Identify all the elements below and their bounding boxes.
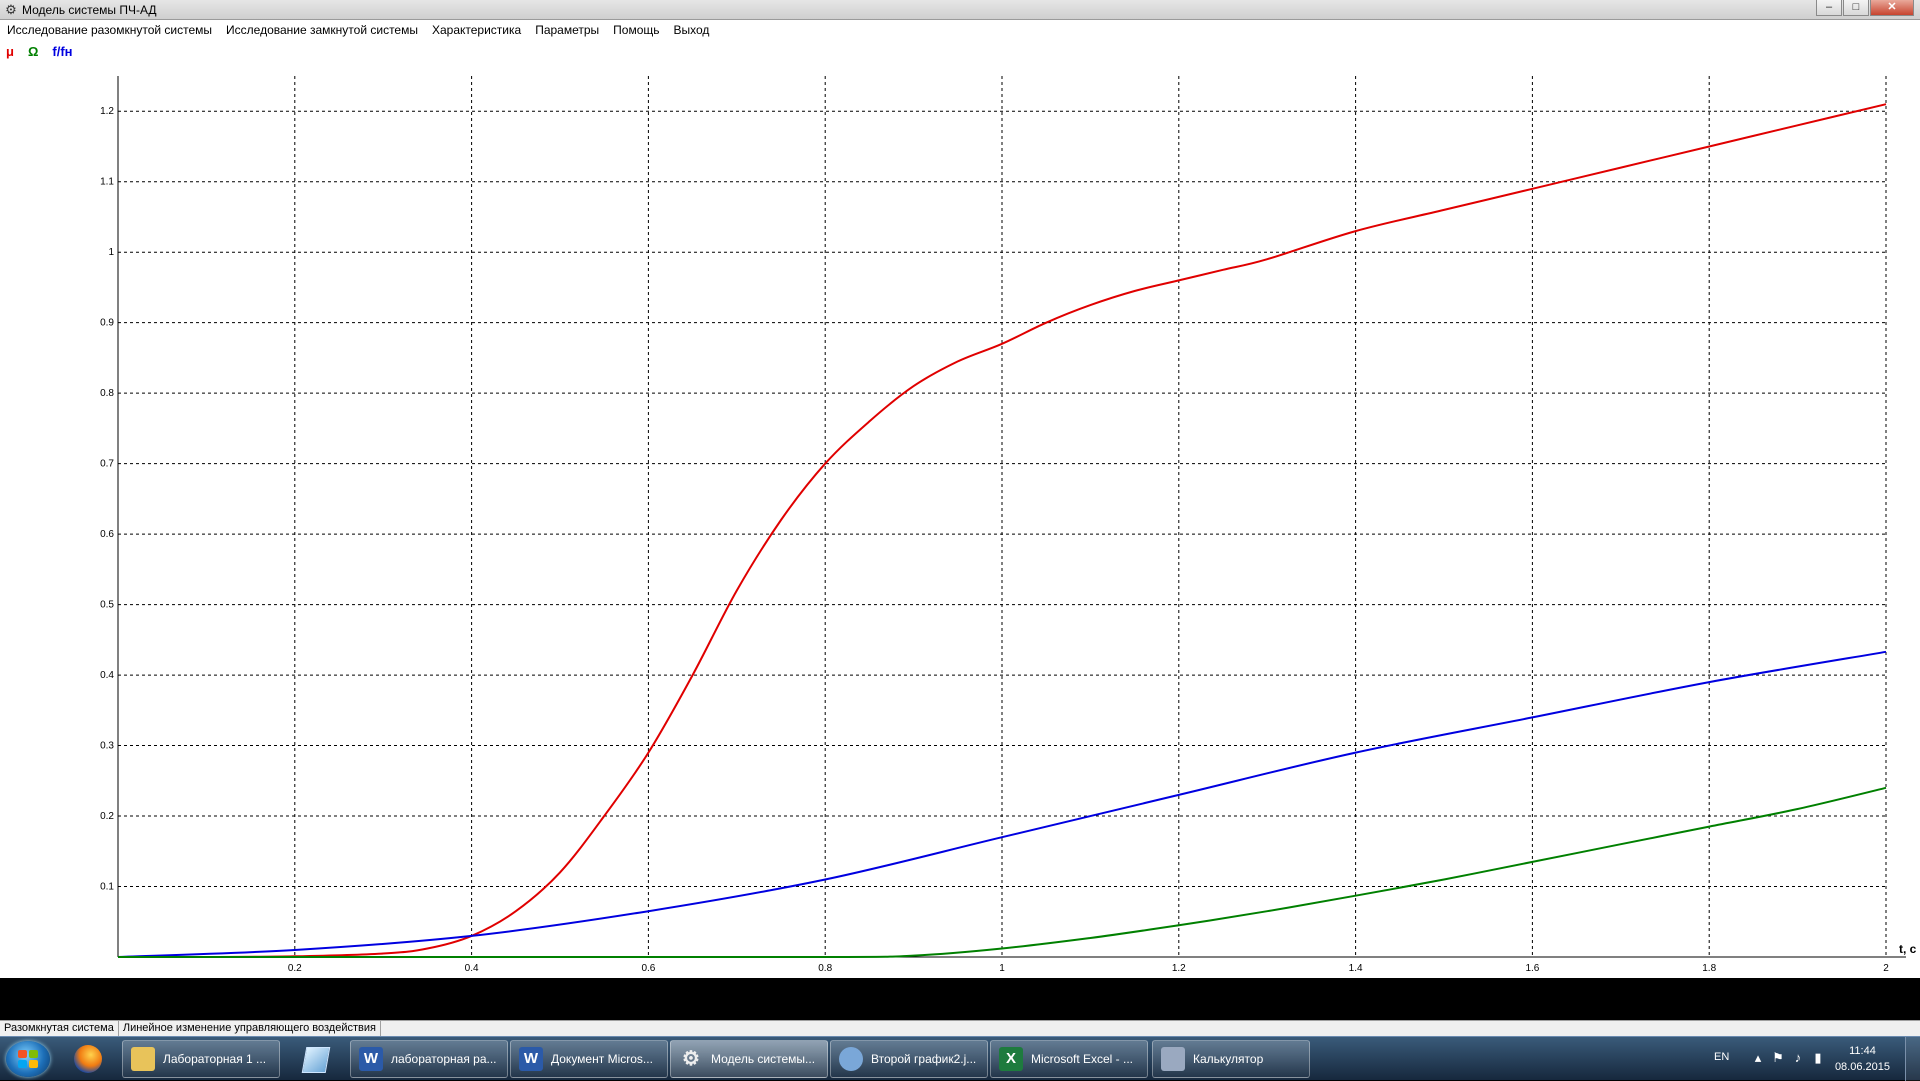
x-axis-label: t, c [1899, 942, 1917, 956]
y-tick-label: 0.6 [100, 529, 114, 540]
task-model[interactable]: ⚙ Модель системы... [670, 1040, 828, 1078]
x-tick-label: 1.6 [1525, 963, 1539, 974]
legend-omega: Ω [27, 44, 39, 59]
maximize-button[interactable]: □ [1843, 0, 1869, 16]
window-title: Модель системы ПЧ-АД [22, 3, 157, 17]
y-tick-label: 1 [108, 247, 114, 258]
network-icon[interactable]: ▮ [1810, 1050, 1826, 1066]
app-window: ⚙ Модель системы ПЧ-АД – □ ✕ Исследовани… [0, 0, 1920, 1034]
task-label: Лабораторная 1 ... [163, 1052, 267, 1066]
word-icon: W [519, 1047, 543, 1071]
y-tick-label: 0.7 [100, 459, 114, 470]
task-label: Модель системы... [711, 1052, 816, 1066]
volume-icon[interactable]: ♪ [1790, 1050, 1806, 1066]
menu-characteristic[interactable]: Характеристика [425, 20, 528, 40]
minimize-button[interactable]: – [1816, 0, 1842, 16]
x-tick-label: 1 [999, 963, 1005, 974]
y-tick-label: 0.8 [100, 388, 114, 399]
x-tick-label: 1.8 [1702, 963, 1716, 974]
y-tick-label: 0.1 [100, 882, 114, 893]
task-word-lab[interactable]: W лабораторная ра... [350, 1040, 508, 1078]
windows-logo-icon [18, 1050, 38, 1068]
gear-icon: ⚙ [5, 2, 17, 17]
menu-closed-loop[interactable]: Исследование замкнутой системы [219, 20, 425, 40]
y-tick-label: 0.4 [100, 670, 114, 681]
x-tick-label: 0.6 [641, 963, 655, 974]
task-excel[interactable]: X Microsoft Excel - ... [990, 1040, 1148, 1078]
task-label: Калькулятор [1193, 1052, 1264, 1066]
y-tick-label: 1.1 [100, 177, 114, 188]
x-tick-label: 1.4 [1349, 963, 1363, 974]
status-bar: Разомкнутая система Линейное изменение у… [0, 1020, 1920, 1036]
x-tick-label: 2 [1883, 963, 1889, 974]
task-lab1[interactable]: Лабораторная 1 ... [122, 1040, 280, 1078]
calculator-icon [1161, 1047, 1185, 1071]
folder-icon [131, 1047, 155, 1071]
clock[interactable]: 11:44 08.06.2015 [1835, 1043, 1890, 1075]
language-indicator[interactable]: EN [1714, 1051, 1729, 1063]
task-paint[interactable]: Второй график2.j... [830, 1040, 988, 1078]
y-tick-label: 1.2 [100, 106, 114, 117]
chart-legend: μ Ω f/fн [6, 44, 73, 60]
y-tick-label: 0.9 [100, 318, 114, 329]
y-tick-label: 0.3 [100, 741, 114, 752]
task-word-doc[interactable]: W Документ Micros... [510, 1040, 668, 1078]
excel-icon: X [999, 1047, 1023, 1071]
menu-bar: Исследование разомкнутой системы Исследо… [0, 20, 1920, 40]
legend-f-fn: f/fн [52, 44, 73, 59]
task-label: Второй график2.j... [871, 1052, 977, 1066]
empty-panel [0, 978, 1920, 1020]
series-line-Ω [118, 786, 1887, 959]
x-tick-label: 0.2 [288, 963, 302, 974]
menu-parameters[interactable]: Параметры [528, 20, 606, 40]
explorer-icon [301, 1047, 331, 1073]
start-button[interactable] [6, 1041, 50, 1077]
transient-chart: 0.2 0.4 0.6 0.8 1 1.2 1.4 1.6 1.8 2 0.1 0.2 0.3 0.4 0.… [100, 76, 1917, 974]
task-label: лабораторная ра... [391, 1052, 497, 1066]
word-icon: W [359, 1047, 383, 1071]
y-tick-label: 0.5 [100, 600, 114, 611]
firefox-pinned-button[interactable] [62, 1041, 114, 1077]
legend-mu: μ [6, 44, 14, 59]
clock-time: 11:44 [1849, 1045, 1876, 1057]
x-tick-label: 0.4 [465, 963, 479, 974]
close-button[interactable]: ✕ [1870, 0, 1914, 16]
menu-open-loop[interactable]: Исследование разомкнутой системы [0, 20, 219, 40]
menu-exit[interactable]: Выход [667, 20, 717, 40]
task-label: Документ Micros... [551, 1052, 653, 1066]
paint-icon [839, 1047, 863, 1071]
system-tray: EN ▴ ⚑ ♪ ▮ 11:44 08.06.2015 [1690, 1037, 1920, 1081]
x-tick-label: 1.2 [1172, 963, 1186, 974]
flag-icon[interactable]: ⚑ [1770, 1050, 1786, 1066]
x-tick-label: 0.8 [818, 963, 832, 974]
task-label: Microsoft Excel - ... [1031, 1052, 1134, 1066]
show-desktop-button[interactable] [1905, 1037, 1920, 1081]
explorer-pinned-button[interactable] [288, 1041, 340, 1077]
taskbar: Лабораторная 1 ... W лабораторная ра... … [0, 1036, 1920, 1081]
gear-icon: ⚙ [682, 1048, 700, 1070]
clock-date: 08.06.2015 [1834, 1061, 1890, 1073]
title-bar[interactable]: ⚙ Модель системы ПЧ-АД – □ ✕ [0, 0, 1920, 20]
chevron-up-icon[interactable]: ▴ [1750, 1050, 1766, 1066]
y-tick-label: 0.2 [100, 811, 114, 822]
status-message: Линейное изменение управляющего воздейст… [119, 1021, 381, 1036]
status-mode: Разомкнутая система [0, 1021, 119, 1036]
firefox-icon [74, 1045, 102, 1073]
task-calculator[interactable]: Калькулятор [1152, 1040, 1310, 1078]
menu-help[interactable]: Помощь [606, 20, 666, 40]
